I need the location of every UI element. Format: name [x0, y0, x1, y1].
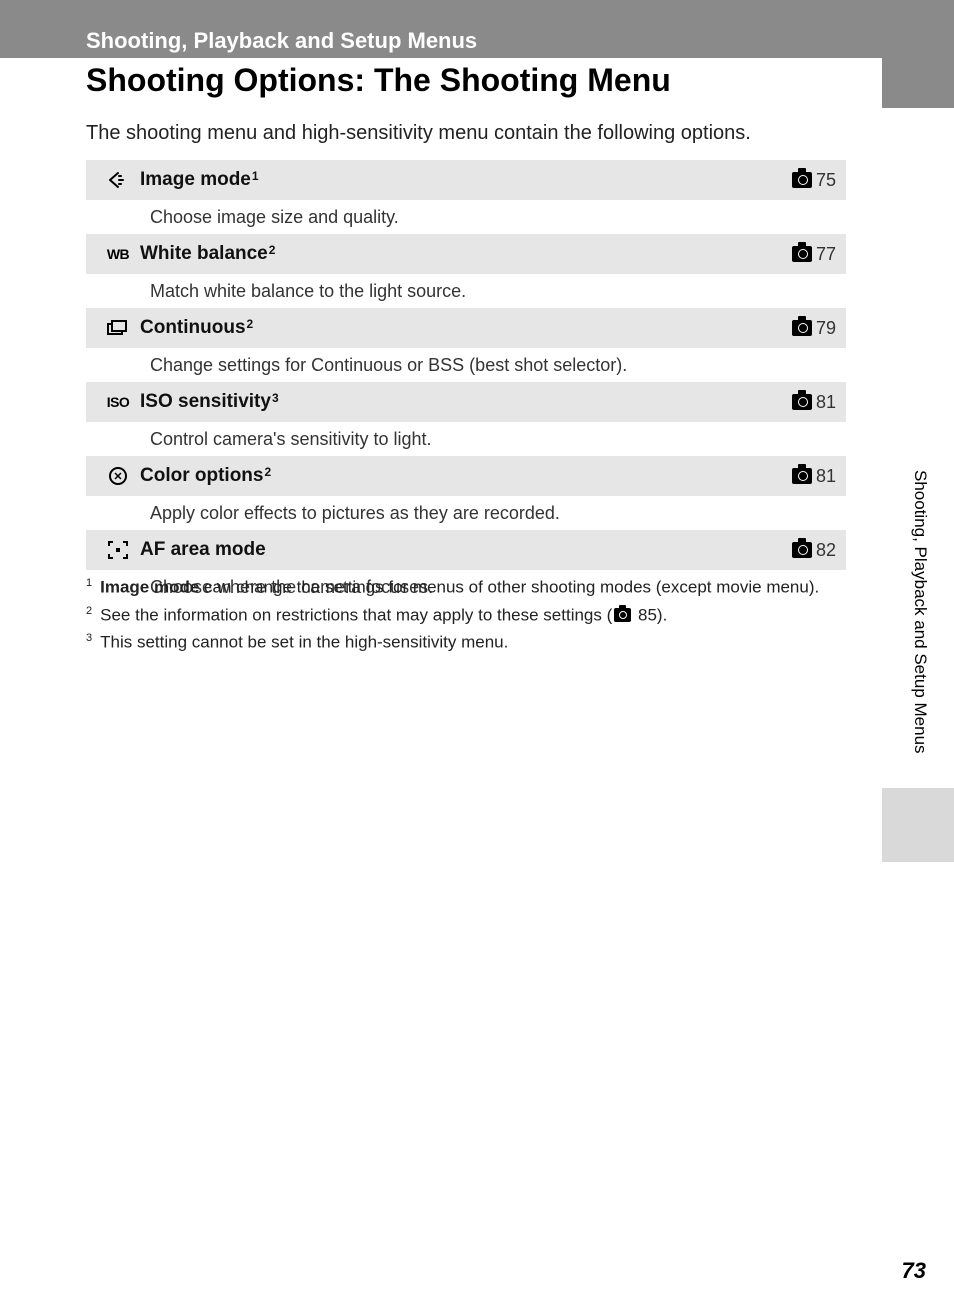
options-table: Image mode 1 75 Choose image size and qu… [86, 160, 846, 604]
row-color-options-desc: Apply color effects to pictures as they … [86, 496, 846, 530]
page-ref-num: 81 [816, 466, 836, 487]
intro-text: The shooting menu and high-sensitivity m… [86, 122, 846, 145]
row-image-mode-desc: Choose image size and quality. [86, 200, 846, 234]
label-text: Color options [140, 465, 263, 487]
page-ref: 81 [792, 392, 836, 413]
page-ref: 81 [792, 466, 836, 487]
row-color-options: Color options 2 81 [86, 456, 846, 496]
white-balance-icon: WB [96, 246, 140, 262]
continuous-label: Continuous 2 [140, 317, 792, 339]
page-ref-num: 79 [816, 318, 836, 339]
page-ref-icon [792, 246, 812, 262]
color-options-label: Color options 2 [140, 465, 792, 487]
page-ref-icon [792, 542, 812, 558]
iso-icon: ISO [96, 394, 140, 410]
af-area-icon [96, 541, 140, 559]
row-iso: ISO ISO sensitivity 3 81 [86, 382, 846, 422]
footnote-1-rest: can change the settings for menus of oth… [199, 578, 819, 597]
row-white-balance-desc: Match white balance to the light source. [86, 274, 846, 308]
footnote-2-a: See the information on restrictions that… [100, 605, 612, 624]
manual-page: Shooting, Playback and Setup Menus Shoot… [0, 0, 954, 1314]
side-tab-label: Shooting, Playback and Setup Menus [910, 470, 930, 754]
af-area-label: AF area mode [140, 539, 792, 561]
page-ref-icon [614, 608, 631, 622]
side-tab-block [882, 788, 954, 862]
label-text: ISO sensitivity [140, 391, 271, 413]
row-af-area: AF area mode 82 [86, 530, 846, 570]
page-ref-icon [792, 468, 812, 484]
footnote-1-bold: Image mode [100, 578, 199, 597]
color-options-icon [96, 466, 140, 486]
image-mode-icon [96, 171, 140, 189]
continuous-icon [96, 320, 140, 336]
footnotes: 1Image mode can change the settings for … [86, 576, 846, 659]
white-balance-label: White balance 2 [140, 243, 792, 265]
page-ref: 79 [792, 318, 836, 339]
row-iso-desc: Control camera's sensitivity to light. [86, 422, 846, 456]
footnote-1: 1Image mode can change the settings for … [86, 576, 846, 600]
page-ref-num: 75 [816, 170, 836, 191]
page-ref-icon [792, 320, 812, 336]
page-ref-num: 82 [816, 540, 836, 561]
page-ref: 75 [792, 170, 836, 191]
label-text: White balance [140, 243, 268, 265]
page-ref: 82 [792, 540, 836, 561]
label-text: Continuous [140, 317, 246, 339]
row-image-mode: Image mode 1 75 [86, 160, 846, 200]
footnote-2: 2See the information on restrictions tha… [86, 604, 846, 628]
label-text: AF area mode [140, 539, 266, 561]
image-mode-label: Image mode 1 [140, 169, 792, 191]
page-ref-num: 81 [816, 392, 836, 413]
breadcrumb: Shooting, Playback and Setup Menus [86, 28, 882, 54]
page-ref: 77 [792, 244, 836, 265]
page-number: 73 [902, 1258, 926, 1284]
iso-label: ISO sensitivity 3 [140, 391, 792, 413]
page-ref-icon [792, 172, 812, 188]
page-ref-num: 77 [816, 244, 836, 265]
label-text: Image mode [140, 169, 251, 191]
row-white-balance: WB White balance 2 77 [86, 234, 846, 274]
page-ref-icon [792, 394, 812, 410]
row-continuous: Continuous 2 79 [86, 308, 846, 348]
page-title: Shooting Options: The Shooting Menu [86, 62, 671, 99]
footnote-3: 3This setting cannot be set in the high-… [86, 631, 846, 655]
footnote-3-text: This setting cannot be set in the high-s… [100, 633, 508, 652]
row-continuous-desc: Change settings for Continuous or BSS (b… [86, 348, 846, 382]
footnote-2-b: 85). [633, 605, 667, 624]
